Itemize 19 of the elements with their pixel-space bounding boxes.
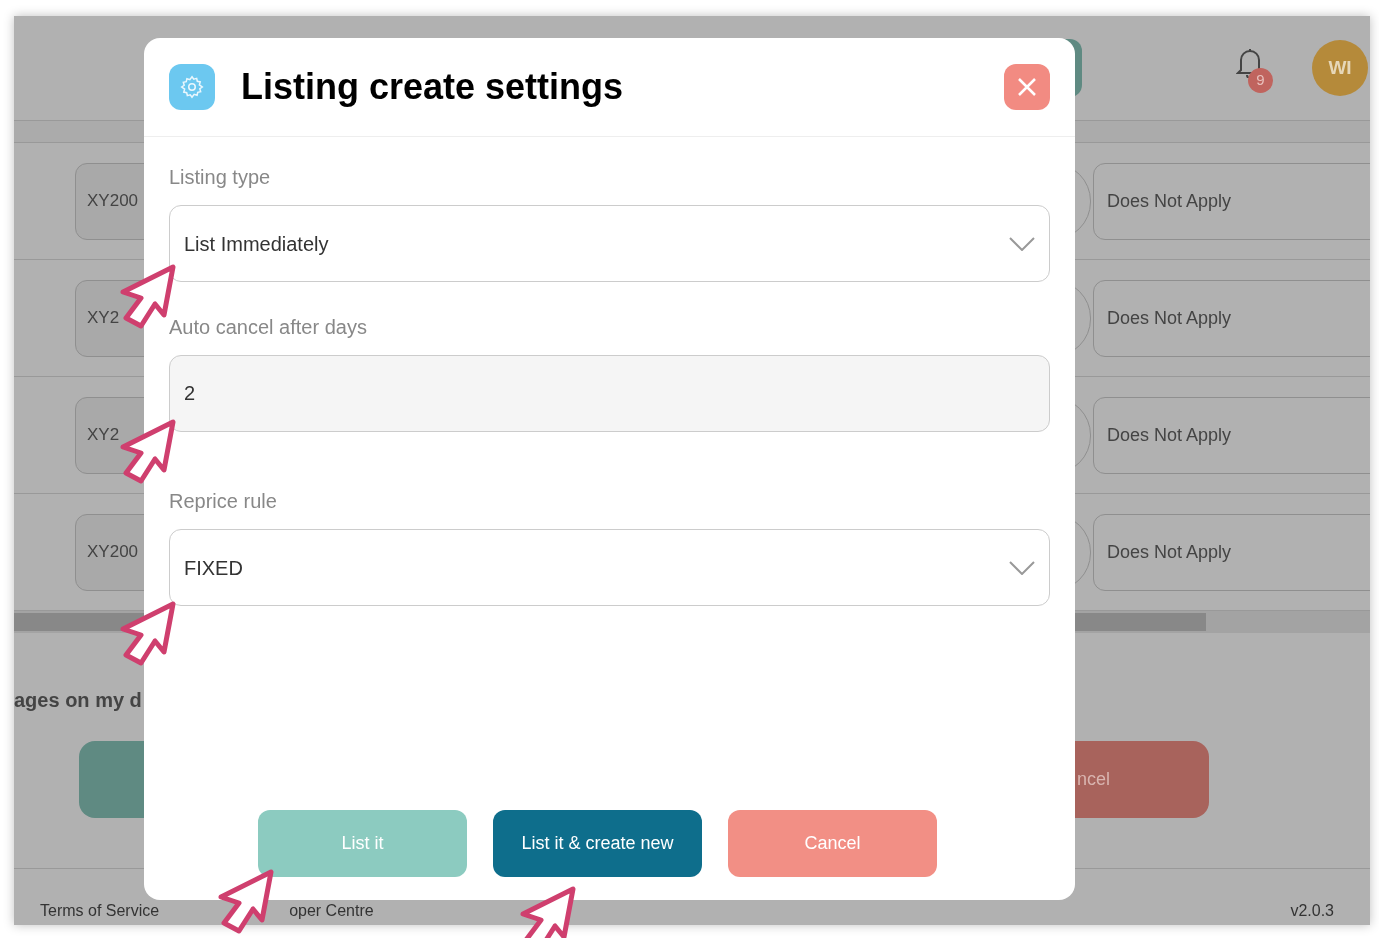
dialog-button[interactable]: List it & create new xyxy=(493,810,702,877)
section-heading: ages on my d xyxy=(14,688,143,713)
table-cell: Does Not Apply xyxy=(1093,162,1370,240)
chevron-down-icon xyxy=(1009,236,1035,251)
dialog-title: Listing create settings xyxy=(241,65,624,109)
table-cell: Does Not Apply xyxy=(1093,396,1370,474)
notification-count: 9 xyxy=(1248,68,1273,93)
close-icon xyxy=(1017,77,1037,97)
dropdown[interactable]: FIXED xyxy=(169,529,1050,606)
footer-link[interactable]: Terms of Service xyxy=(40,903,160,919)
settings-icon xyxy=(169,64,215,110)
table-cell: Does Not Apply xyxy=(1093,513,1370,591)
version-label: v2.0.3 xyxy=(1290,903,1334,919)
input-field[interactable]: 2 xyxy=(169,355,1050,432)
dropdown[interactable]: List Immediately xyxy=(169,205,1050,282)
field-label: Reprice rule xyxy=(169,489,278,514)
footer-link[interactable]: oper Centre xyxy=(289,903,374,919)
chevron-down-icon xyxy=(1009,560,1035,575)
table-cell: Does Not Apply xyxy=(1093,279,1370,357)
